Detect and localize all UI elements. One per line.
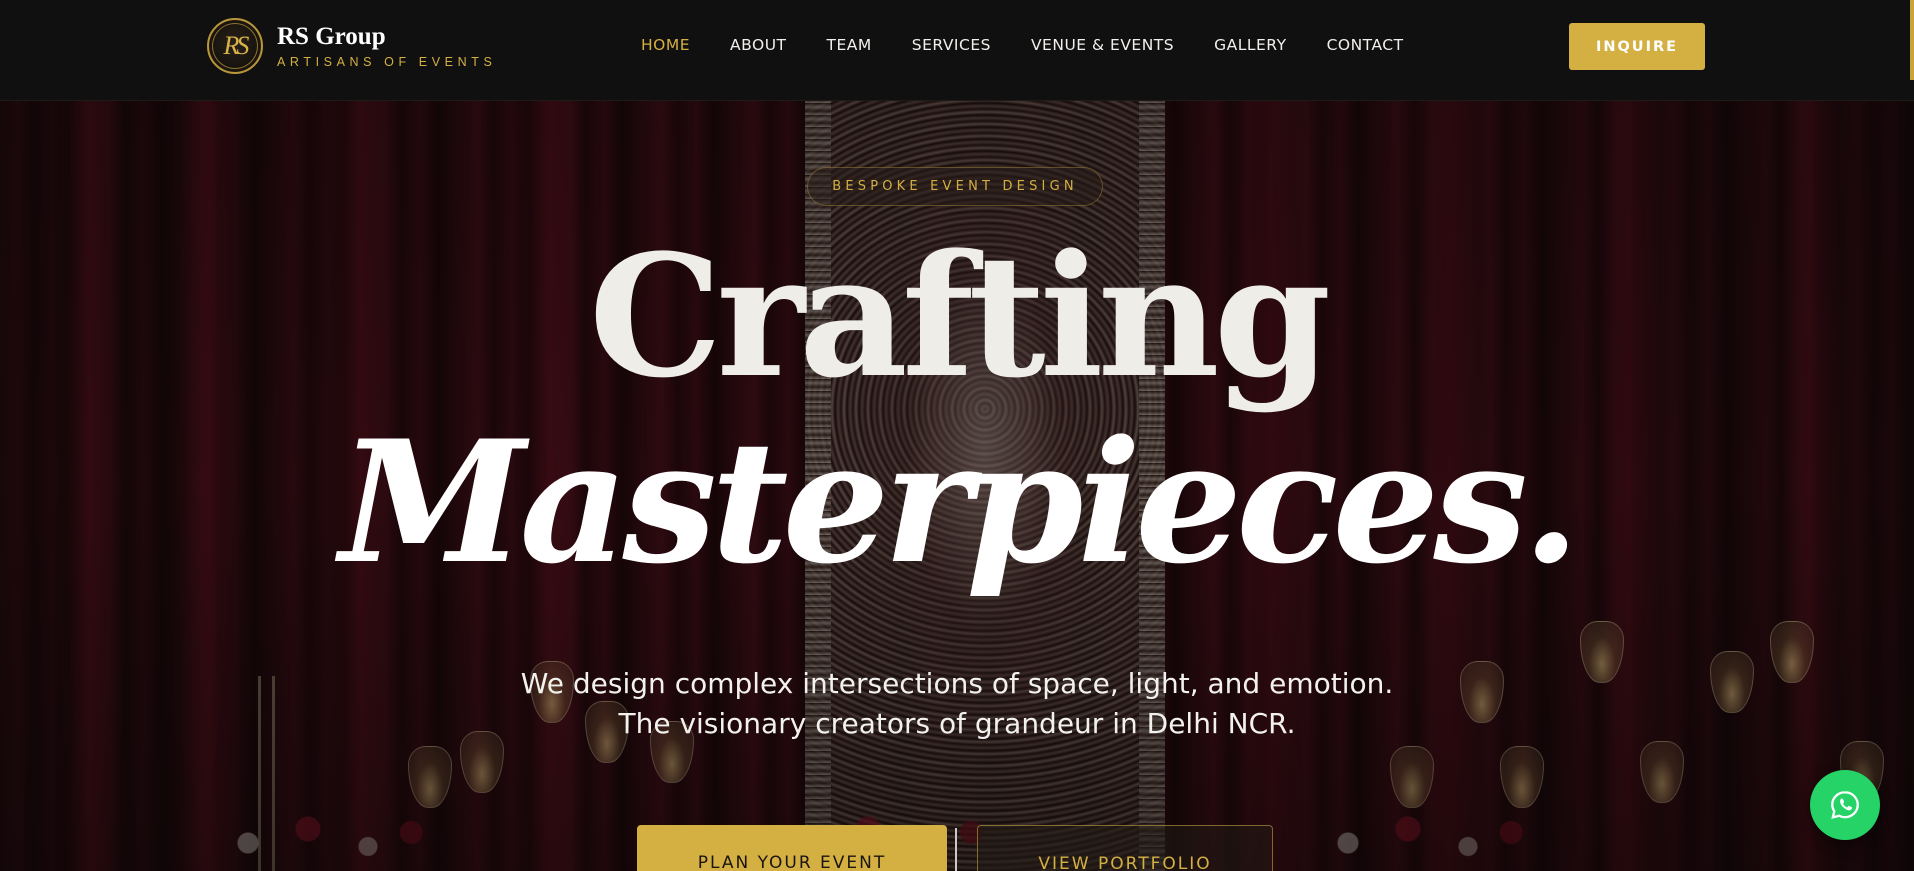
plan-event-button[interactable]: PLAN YOUR EVENT — [637, 825, 947, 871]
brand-tagline: ARTISANS OF EVENTS — [277, 54, 497, 69]
nav-services[interactable]: SERVICES — [912, 36, 991, 54]
nav-home[interactable]: HOME — [641, 36, 690, 54]
inquire-button[interactable]: INQUIRE — [1569, 23, 1705, 70]
hero-headline-line1: Crafting — [588, 217, 1331, 415]
logo-monogram: RS — [223, 31, 250, 60]
nav-gallery[interactable]: GALLERY — [1214, 36, 1286, 54]
cta-divider — [955, 828, 957, 871]
logo-emblem-icon: RS — [207, 18, 263, 74]
nav-venue-events[interactable]: VENUE & EVENTS — [1031, 36, 1174, 54]
nav-contact[interactable]: CONTACT — [1327, 36, 1404, 54]
site-header: RS RS Group ARTISANS OF EVENTS HOME ABOU… — [0, 0, 1914, 101]
nav-team[interactable]: TEAM — [827, 36, 872, 54]
nav-about[interactable]: ABOUT — [730, 36, 786, 54]
scrollbar-thumb[interactable] — [1910, 0, 1914, 80]
hero-badge: BESPOKE EVENT DESIGN — [807, 167, 1103, 206]
view-portfolio-button[interactable]: VIEW PORTFOLIO — [977, 825, 1273, 871]
logo-text: RS Group ARTISANS OF EVENTS — [277, 23, 496, 69]
brand-logo[interactable]: RS RS Group ARTISANS OF EVENTS — [207, 18, 496, 74]
hero-subtitle: We design complex intersections of space… — [520, 667, 1394, 740]
whatsapp-button[interactable] — [1810, 770, 1880, 840]
main-nav: HOME ABOUT TEAM SERVICES VENUE & EVENTS … — [641, 36, 1444, 54]
whatsapp-icon — [1831, 791, 1859, 819]
brand-name: RS Group — [277, 23, 386, 51]
hero-headline-line2: Masterpieces. — [339, 403, 1581, 601]
